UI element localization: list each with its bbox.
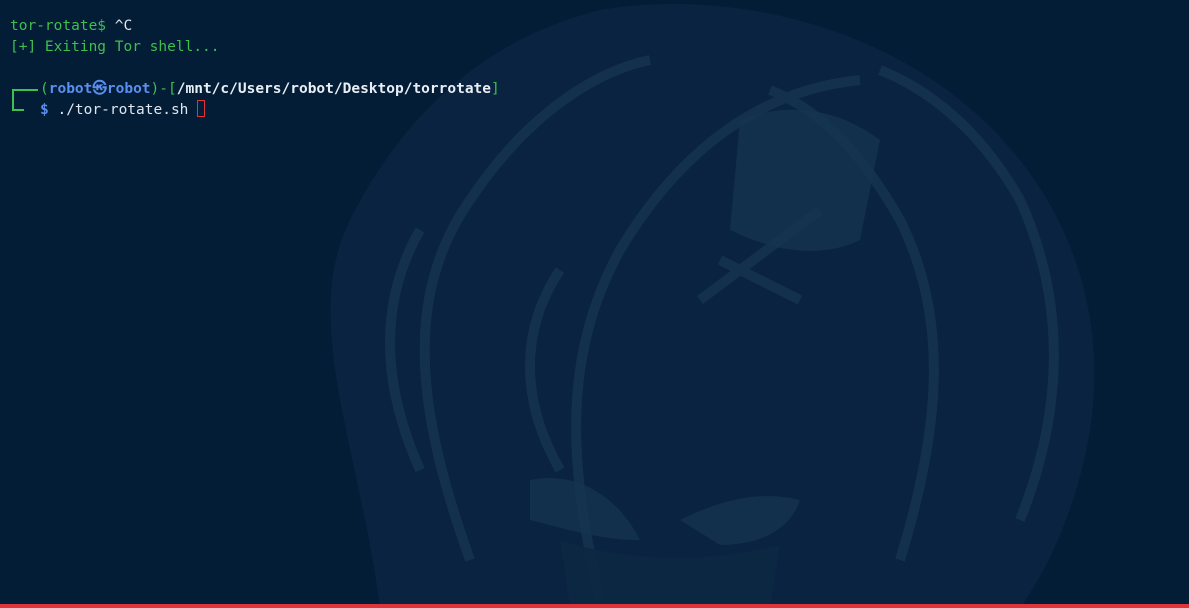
status-strip: [0, 604, 1189, 608]
command-input[interactable]: ./tor-rotate.sh: [49, 102, 197, 118]
prompt-dollar: $: [40, 102, 49, 118]
text-cursor: [197, 100, 206, 117]
terminal-window[interactable]: tor-rotate$ ^C [+] Exiting Tor shell... …: [0, 0, 1189, 608]
prompt-at-symbol: ㉿: [92, 81, 107, 97]
terminal-output: tor-rotate$ ^C [+] Exiting Tor shell... …: [10, 16, 1179, 121]
prompt-input-line[interactable]: $ ./tor-rotate.sh: [10, 100, 1179, 121]
info-message: [+] Exiting Tor shell...: [10, 39, 220, 55]
prompt-frame-bottom: [12, 100, 24, 111]
prompt-header-line: (robot㉿robot)-[/mnt/c/Users/robot/Deskto…: [10, 79, 1179, 110]
prompt-user: robot: [48, 81, 93, 97]
prompt-path: /mnt/c/Users/robot/Desktop/torrotate: [176, 81, 492, 97]
previous-prompt: tor-rotate$: [10, 18, 107, 34]
prompt-close-paren: ): [150, 81, 160, 97]
prompt-host: robot: [106, 81, 151, 97]
prompt-open-bracket: [: [168, 81, 177, 97]
previous-command-line: tor-rotate$ ^C: [10, 16, 1179, 37]
previous-input: ^C: [106, 18, 133, 34]
prompt-close-bracket: ]: [491, 81, 500, 97]
prompt-dash: -: [159, 81, 169, 97]
prompt-open-paren: (: [40, 81, 49, 97]
